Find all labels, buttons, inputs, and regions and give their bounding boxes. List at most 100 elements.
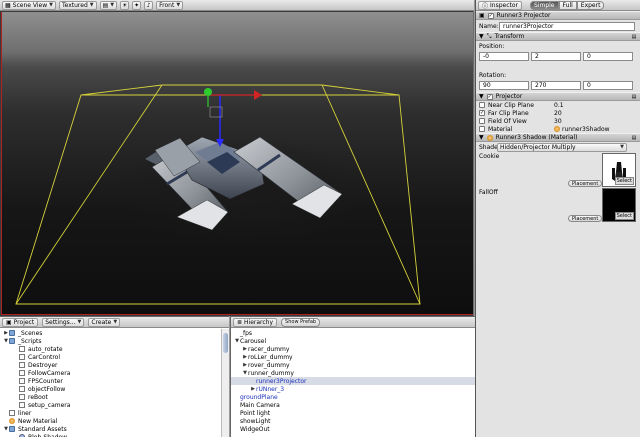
hierarchy-item[interactable]: ▶ roLLer_dummy [231, 353, 475, 361]
scene-viewport[interactable] [1, 12, 473, 315]
image-effects-icon[interactable]: ☀ [120, 0, 130, 10]
inspector-tabbar: ⓘ Inspector Simple Full Expert [476, 0, 640, 11]
project-item-label: Standard Assets [18, 425, 67, 433]
shading-dropdown[interactable]: Textured ▼ [58, 0, 97, 10]
far-clip-checkbox[interactable]: ✓ [479, 110, 485, 116]
project-item[interactable]: setup_camera [0, 401, 229, 409]
position-z-field[interactable]: 0 [583, 52, 633, 61]
expand-triangle-icon: ▼ [479, 33, 484, 40]
mode-simple-button[interactable]: Simple [530, 0, 559, 10]
tab-hierarchy[interactable]: ≣ Hierarchy [233, 317, 278, 327]
project-item-label: New Material [18, 417, 58, 425]
falloff-texture-slot[interactable]: Select [602, 188, 636, 222]
project-item[interactable]: CarControl [0, 353, 229, 361]
hierarchy-item[interactable]: ▼ Carousel [231, 337, 475, 345]
hierarchy-item-label: runner3Projector [256, 377, 307, 385]
material-field[interactable]: runner3Shadow [554, 126, 610, 133]
near-clip-value[interactable]: 0.1 [554, 102, 564, 109]
show-prefab-button[interactable]: Show Prefab [281, 317, 321, 327]
project-item-label: objectFollow [28, 385, 66, 393]
hierarchy-item[interactable]: _fps [231, 329, 475, 337]
project-item[interactable]: auto_rotate [0, 345, 229, 353]
scene-toolbar: ▦ Scene View ▼ Textured ▼ ▤ ▼ ☀ ✦ ♪ Fron… [0, 0, 474, 11]
script-file-icon [19, 354, 25, 360]
hierarchy-item[interactable]: ▶ racer_dummy [231, 345, 475, 353]
hierarchy-item[interactable]: showLight [231, 417, 475, 425]
view-mode-dropdown[interactable]: ▦ Scene View ▼ [2, 0, 56, 10]
expand-triangle-icon: ▼ [479, 134, 484, 141]
folder-icon [9, 338, 15, 344]
projector-header[interactable]: ▼ ✓ Projector ▤ [476, 92, 640, 101]
fov-value[interactable]: 30 [554, 118, 562, 125]
settings-dropdown[interactable]: Settings... ▼ [42, 317, 85, 327]
cookie-select-button[interactable]: Select [614, 177, 634, 185]
hierarchy-item-label: showLight [240, 417, 271, 425]
position-y-field[interactable]: 2 [531, 52, 581, 61]
projector-enabled-checkbox[interactable]: ✓ [486, 93, 493, 100]
project-item[interactable]: ▼ _Scripts [0, 337, 229, 345]
project-icon: ▣ [6, 318, 12, 326]
hierarchy-item[interactable]: ▼ runner_dummy [231, 369, 475, 377]
project-item[interactable]: FollowCamera [0, 369, 229, 377]
tab-project[interactable]: ▣ Project [2, 317, 39, 327]
hierarchy-item[interactable]: ▶ rover_dummy [231, 361, 475, 369]
near-clip-row: Near Clip Plane 0.1 [476, 101, 640, 109]
audio-icon[interactable]: ♪ [144, 0, 154, 10]
camera-dropdown[interactable]: Front ▼ [156, 0, 184, 10]
component-options-icon[interactable]: ▤ [631, 94, 637, 100]
mode-full-button[interactable]: Full [558, 0, 577, 10]
project-item[interactable]: Blob-Shadow [0, 433, 229, 437]
project-item-label: liner [18, 409, 32, 417]
cookie-placement-button[interactable]: Placement [568, 180, 603, 187]
hierarchy-toolbar: ≣ Hierarchy Show Prefab [231, 317, 475, 328]
create-dropdown[interactable]: Create ▼ [88, 317, 121, 327]
rotation-x-field[interactable]: 90 [479, 81, 529, 90]
material-header[interactable]: ▼ Runner3 Shadow (Material) ▤ [476, 133, 640, 142]
shader-dropdown[interactable]: Hidden/Projector Multiply ▼ [497, 142, 627, 152]
falloff-select-button[interactable]: Select [614, 212, 634, 220]
name-field[interactable]: runner3Projector [499, 21, 635, 31]
cookie-texture-slot[interactable]: Select [602, 153, 636, 187]
rotation-y-field[interactable]: 270 [531, 81, 581, 90]
hierarchy-item-label: racer_dummy [248, 345, 290, 353]
project-item[interactable]: liner [0, 409, 229, 417]
transform-header[interactable]: ▼ ⤡ Transform ▤ [476, 32, 640, 41]
hierarchy-item[interactable]: Main Camera [231, 401, 475, 409]
lighting-icon[interactable]: ✦ [132, 0, 142, 10]
hierarchy-item-label: runner_dummy [248, 369, 294, 377]
project-scrollbar[interactable] [221, 329, 229, 437]
project-item[interactable]: Destroyer [0, 361, 229, 369]
project-item[interactable]: reBoot [0, 393, 229, 401]
rotation-z-field[interactable]: 0 [583, 81, 633, 90]
hierarchy-item[interactable]: groundPlane [231, 393, 475, 401]
hierarchy-item[interactable]: Point light [231, 409, 475, 417]
hierarchy-item[interactable]: WidgeOut [231, 425, 475, 433]
mode-expert-button[interactable]: Expert [576, 0, 605, 10]
hierarchy-item-label: Main Camera [240, 401, 280, 409]
chevron-down-icon: ▼ [620, 144, 624, 150]
project-item[interactable]: ▼ Standard Assets [0, 425, 229, 433]
fov-checkbox[interactable] [479, 118, 485, 124]
object-active-checkbox[interactable]: ✓ [487, 12, 494, 19]
position-x-field[interactable]: -0 [479, 52, 529, 61]
hierarchy-item[interactable]: ▶ rUNner_3 [231, 385, 475, 393]
falloff-placement-button[interactable]: Placement [568, 215, 603, 222]
near-clip-checkbox[interactable] [479, 102, 485, 108]
component-options-icon[interactable]: ▤ [631, 135, 637, 141]
material-checkbox[interactable] [479, 126, 485, 132]
tab-inspector[interactable]: ⓘ Inspector [478, 0, 523, 10]
project-item[interactable]: New Material [0, 417, 229, 425]
scrollbar-thumb[interactable] [223, 333, 228, 353]
far-clip-value[interactable]: 20 [554, 110, 562, 117]
hierarchy-item-label: _fps [240, 329, 253, 337]
project-item[interactable]: objectFollow [0, 385, 229, 393]
hierarchy-item[interactable]: runner3Projector [231, 377, 475, 385]
project-item[interactable]: FPSCounter [0, 377, 229, 385]
project-item[interactable]: ▶ _Scenes [0, 329, 229, 337]
script-file-icon [19, 346, 25, 352]
project-item-label: FollowCamera [28, 369, 71, 377]
render-settings-dropdown[interactable]: ▤ ▼ [99, 0, 118, 10]
component-options-icon[interactable]: ▤ [631, 34, 637, 40]
shader-row: Shader Hidden/Projector Multiply ▼ [476, 142, 640, 152]
project-toolbar: ▣ Project Settings... ▼ Create ▼ [0, 317, 229, 328]
